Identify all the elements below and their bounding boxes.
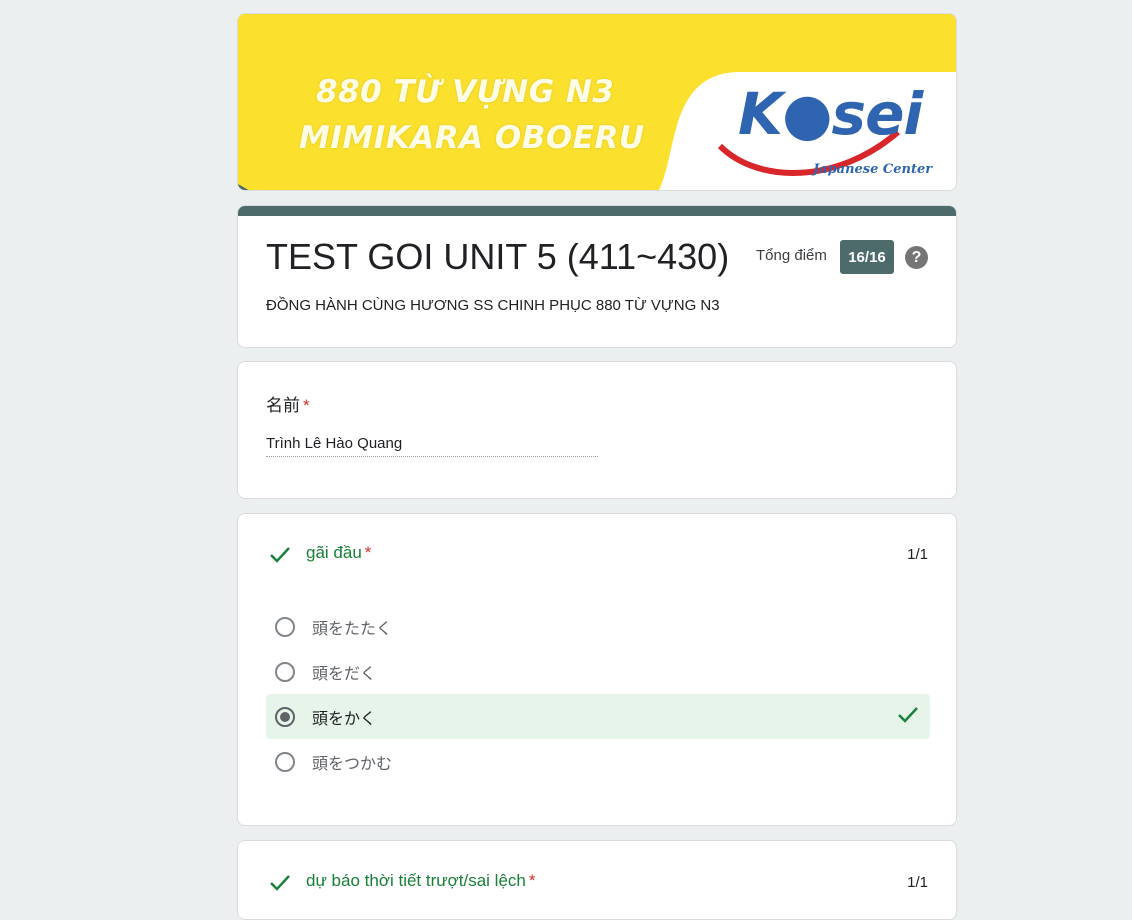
form-title: TEST GOI UNIT 5 (411~430) [266, 236, 730, 277]
option-1[interactable]: 頭をたたく [266, 604, 930, 649]
form-header-card: TEST GOI UNIT 5 (411~430) ĐỒNG HÀNH CÙNG… [237, 205, 957, 348]
option-label: 頭をかく [312, 708, 377, 728]
banner-text-line1: 880 TỪ VỰNG N3 [316, 74, 615, 110]
name-question-label: 名前 * [266, 391, 310, 416]
option-4[interactable]: 頭をつかむ [266, 739, 930, 784]
name-answer-field: Trình Lê Hào Quang [266, 435, 598, 457]
option-label: 頭をだく [312, 663, 377, 683]
kosei-logo-subtitle: Japanese Center [813, 162, 933, 177]
name-question-card: 名前 * Trình Lê Hào Quang [237, 361, 957, 499]
theme-color-bar [238, 206, 956, 216]
option-3-selected-correct[interactable]: 頭をかく [266, 694, 930, 739]
form-description: ĐỒNG HÀNH CÙNG HƯƠNG SS CHINH PHỤC 880 T… [266, 297, 720, 314]
check-icon [270, 875, 290, 891]
required-asterisk: * [528, 871, 536, 890]
radio-icon[interactable] [275, 751, 295, 772]
header-banner: 880 TỪ VỰNG N3 MIMIKARA OBOERU K●sei Jap… [237, 13, 957, 191]
question-card-2: dự báo thời tiết trượt/sai lệch * 1/1 [237, 840, 957, 920]
total-score-label: Tổng điểm [756, 247, 827, 264]
radio-icon[interactable] [275, 661, 295, 682]
question-card-1: gãi đầu * 1/1 頭をたたく 頭をだく 頭をかく 頭をつかむ [237, 513, 957, 826]
question-1-points: 1/1 [907, 546, 928, 563]
required-asterisk: * [364, 543, 372, 562]
required-asterisk: * [303, 396, 310, 415]
radio-icon[interactable] [275, 616, 295, 637]
question-2-points: 1/1 [907, 874, 928, 891]
option-label: 頭をつかむ [312, 753, 393, 773]
form-column: 880 TỪ VỰNG N3 MIMIKARA OBOERU K●sei Jap… [237, 13, 957, 920]
check-icon [270, 547, 290, 563]
kosei-logo: K●sei [738, 80, 923, 148]
question-2-text: dự báo thời tiết trượt/sai lệch [306, 871, 526, 890]
question-1-text: gãi đầu [306, 543, 362, 562]
question-1-title: gãi đầu * [306, 543, 371, 563]
name-question-text: 名前 [266, 396, 300, 415]
banner-text-line2: MIMIKARA OBOERU [299, 120, 645, 156]
radio-checked-icon[interactable] [275, 706, 295, 727]
option-label: 頭をたたく [312, 618, 393, 638]
total-score-badge: 16/16 [840, 240, 894, 274]
help-icon[interactable]: ? [905, 246, 928, 269]
question-2-title: dự báo thời tiết trượt/sai lệch * [306, 871, 536, 891]
correct-check-icon [898, 707, 918, 723]
option-2[interactable]: 頭をだく [266, 649, 930, 694]
